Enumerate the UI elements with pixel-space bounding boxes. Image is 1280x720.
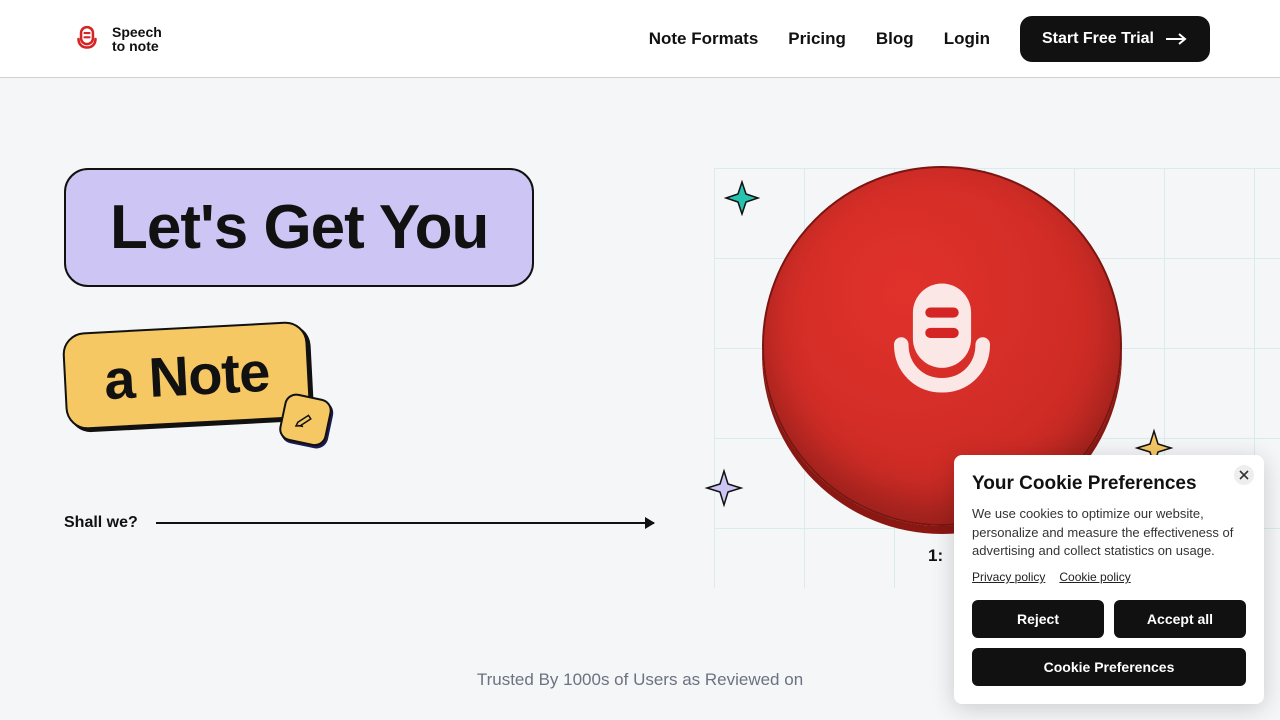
nav-note-formats[interactable]: Note Formats xyxy=(649,29,759,49)
pencil-badge xyxy=(277,391,334,448)
start-free-trial-button[interactable]: Start Free Trial xyxy=(1020,16,1210,62)
close-button[interactable] xyxy=(1234,465,1254,485)
cta-label: Start Free Trial xyxy=(1042,30,1154,48)
cookie-title: Your Cookie Preferences xyxy=(972,473,1246,495)
hero-left: Let's Get You a Note Shall we? xyxy=(64,168,654,588)
nav-blog[interactable]: Blog xyxy=(876,29,914,49)
brand-line2: to note xyxy=(112,39,162,53)
brand-line1: Speech xyxy=(112,25,162,39)
arrow-long-icon xyxy=(156,522,654,524)
pencil-icon xyxy=(293,407,319,433)
logo-text: Speech to note xyxy=(112,25,162,53)
cookie-preferences-button[interactable]: Cookie Preferences xyxy=(972,648,1246,686)
nav: Note Formats Pricing Blog Login Start Fr… xyxy=(649,16,1210,62)
logo[interactable]: Speech to note xyxy=(70,22,162,56)
cookie-body: We use cookies to optimize our website, … xyxy=(972,505,1246,560)
privacy-policy-link[interactable]: Privacy policy xyxy=(972,570,1045,584)
headline-line2-wrap: a Note xyxy=(62,321,312,431)
sparkle-teal-icon xyxy=(724,180,760,216)
shall-we-text: Shall we? xyxy=(64,514,138,532)
headline-line2: a Note xyxy=(62,321,312,431)
timer-partial: 1: xyxy=(928,546,943,566)
nav-pricing[interactable]: Pricing xyxy=(788,29,846,49)
cookie-dialog: Your Cookie Preferences We use cookies t… xyxy=(954,455,1264,704)
cookie-links: Privacy policy Cookie policy xyxy=(972,570,1246,584)
cookie-policy-link[interactable]: Cookie policy xyxy=(1059,570,1130,584)
close-icon xyxy=(1239,470,1249,480)
reject-button[interactable]: Reject xyxy=(972,600,1104,638)
nav-login[interactable]: Login xyxy=(944,29,990,49)
arrow-right-icon xyxy=(1166,32,1188,46)
accept-all-button[interactable]: Accept all xyxy=(1114,600,1246,638)
logo-icon xyxy=(70,22,104,56)
headline-line1: Let's Get You xyxy=(64,168,534,287)
header: Speech to note Note Formats Pricing Blog… xyxy=(0,0,1280,78)
sparkle-purple-icon xyxy=(704,468,744,508)
shall-we-row[interactable]: Shall we? xyxy=(64,514,654,532)
microphone-icon xyxy=(867,266,1017,426)
